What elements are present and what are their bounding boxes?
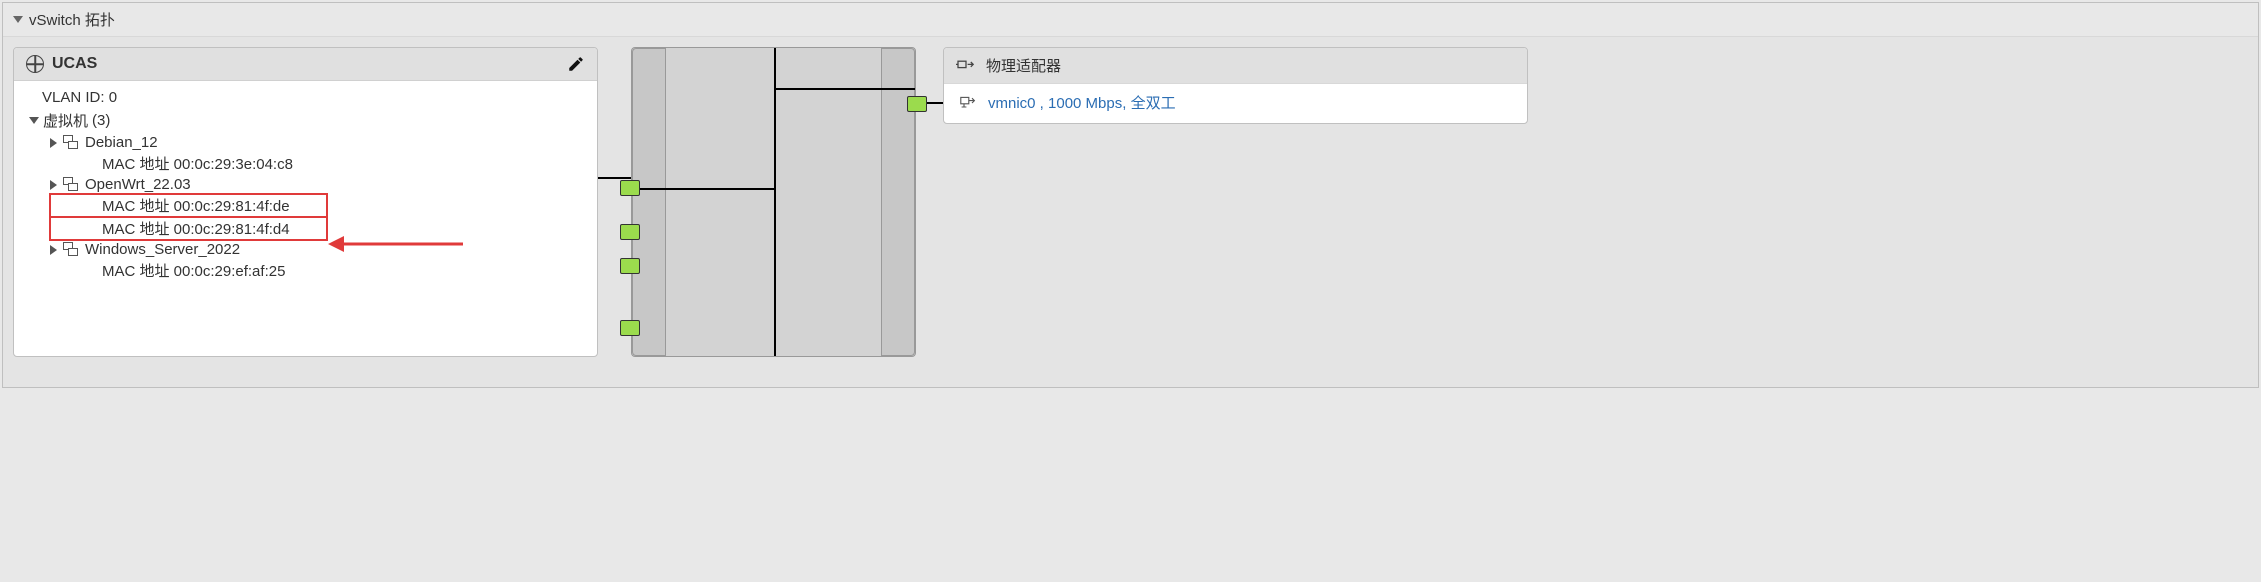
- edit-icon[interactable]: [567, 55, 585, 73]
- topology-canvas: UCAS VLAN ID: 0 虚拟机 (3): [3, 37, 2258, 387]
- vm-name: Windows_Server_2022: [85, 241, 240, 258]
- mac-line: MAC 地址 00:0c:29:ef:af:25: [50, 259, 587, 282]
- vlan-label: VLAN ID:: [42, 89, 105, 106]
- vm-list: Debian_12 MAC 地址 00:0c:29:3e:04:c8 OpenW…: [28, 133, 587, 282]
- chevron-right-icon: [50, 138, 57, 148]
- connector-line: [598, 177, 631, 179]
- section-header[interactable]: vSwitch 拓扑: [3, 3, 2258, 37]
- switch-wire: [774, 88, 916, 90]
- vm-port-icon: [620, 320, 640, 336]
- chevron-right-icon: [50, 180, 57, 190]
- vm-group-count: (3): [92, 112, 110, 129]
- network-icon: [26, 55, 44, 73]
- physical-adapters-card: 物理适配器 vmnic0 , 1000 Mbps, 全双工: [943, 47, 1528, 124]
- portgroup-title: UCAS: [52, 55, 559, 73]
- mac-line: MAC 地址 00:0c:29:3e:04:c8: [50, 152, 587, 175]
- vm-name: Debian_12: [85, 134, 158, 151]
- physical-adapter-icon: [956, 58, 976, 74]
- portgroup-card: UCAS VLAN ID: 0 虚拟机 (3): [13, 47, 598, 357]
- uplink-port-icon: [907, 96, 927, 112]
- vm-name: OpenWrt_22.03: [85, 176, 191, 193]
- switch-left-strip: [632, 48, 666, 356]
- vm-group-label: 虚拟机: [43, 110, 88, 131]
- physical-adapters-title: 物理适配器: [986, 55, 1061, 76]
- mac-line-highlight: MAC 地址 00:0c:29:81:4f:d4: [50, 217, 327, 240]
- collapse-icon: [13, 16, 23, 23]
- switch-right-strip: [881, 48, 915, 356]
- vswitch-topology-panel: vSwitch 拓扑 UCAS VLAN ID: 0 虚拟机 (3): [2, 2, 2259, 388]
- vmnic-link[interactable]: vmnic0 , 1000 Mbps, 全双工: [988, 92, 1176, 113]
- section-title: vSwitch 拓扑: [29, 9, 115, 30]
- physical-adapters-header: 物理适配器: [944, 48, 1527, 84]
- vm-icon: [63, 242, 79, 258]
- nic-icon: [958, 95, 978, 111]
- vm-item[interactable]: Windows_Server_2022: [50, 240, 587, 259]
- physical-adapters-body: vmnic0 , 1000 Mbps, 全双工: [944, 84, 1527, 123]
- vm-icon: [63, 135, 79, 151]
- vm-item[interactable]: OpenWrt_22.03: [50, 175, 587, 194]
- vswitch-diagram: [631, 47, 916, 357]
- switch-wire: [632, 188, 774, 190]
- chevron-right-icon: [50, 245, 57, 255]
- vlan-value: 0: [109, 89, 117, 106]
- vlan-id-line: VLAN ID: 0: [28, 87, 587, 108]
- chevron-down-icon: [29, 117, 39, 124]
- vm-port-icon: [620, 180, 640, 196]
- vm-group-toggle[interactable]: 虚拟机 (3): [28, 108, 587, 133]
- portgroup-body: VLAN ID: 0 虚拟机 (3) Debian_12 MAC 地址 00:0…: [14, 81, 597, 292]
- vm-port-icon: [620, 224, 640, 240]
- vm-icon: [63, 177, 79, 193]
- mac-line-highlight: MAC 地址 00:0c:29:81:4f:de: [50, 194, 327, 217]
- portgroup-header: UCAS: [14, 48, 597, 81]
- vm-item[interactable]: Debian_12: [50, 133, 587, 152]
- vm-port-icon: [620, 258, 640, 274]
- switch-backplane: [774, 48, 776, 356]
